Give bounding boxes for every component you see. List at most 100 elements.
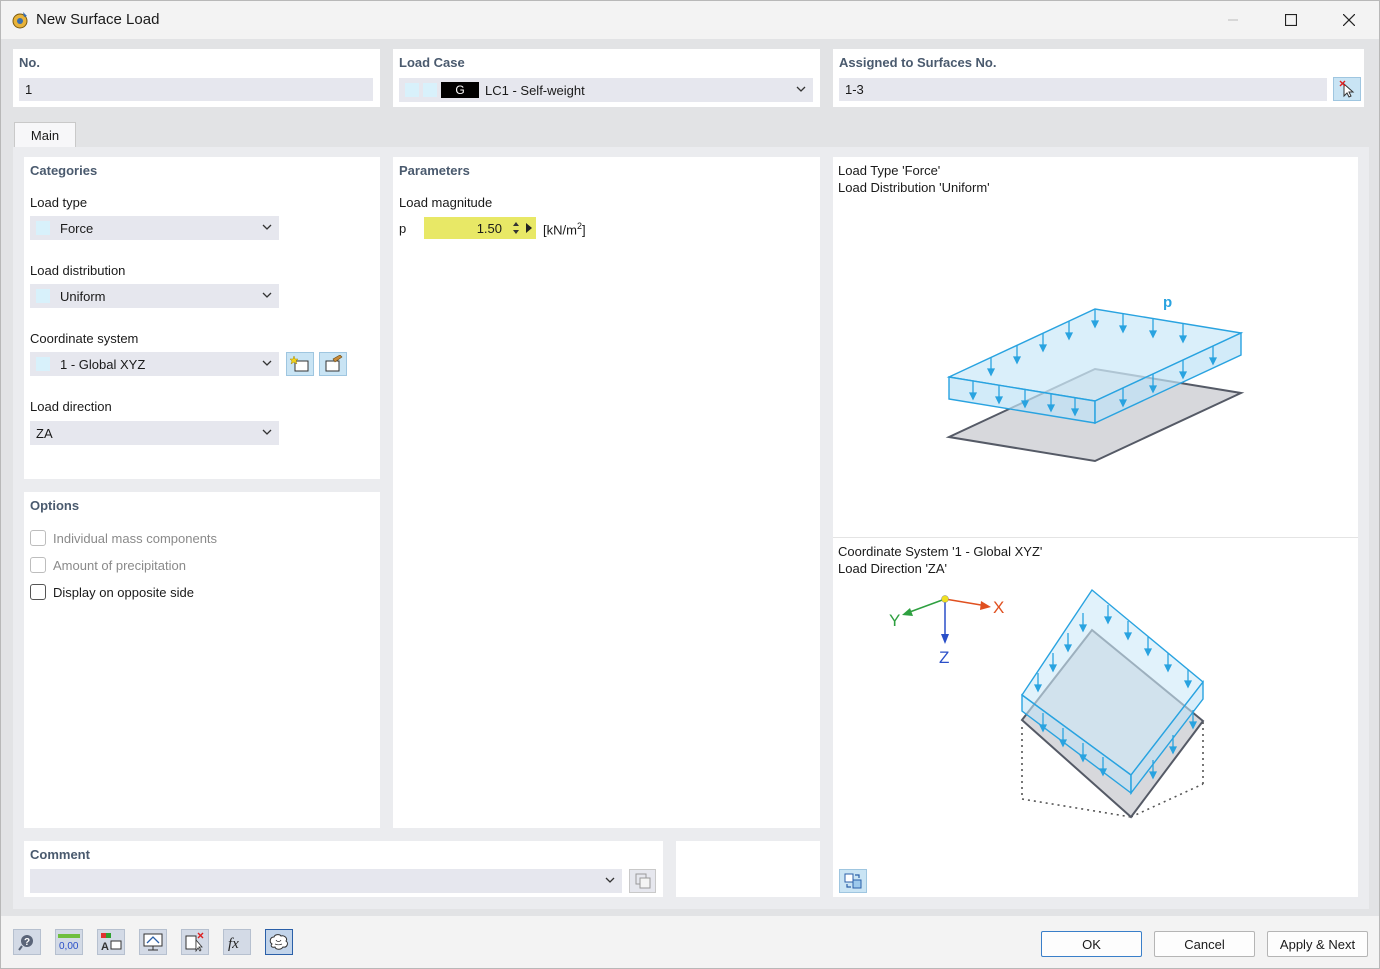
- unit-suffix: ]: [581, 222, 586, 238]
- comment-input[interactable]: [30, 869, 622, 893]
- numeric-format-icon: 0,00: [58, 934, 80, 952]
- function-fx-icon: fx: [228, 936, 239, 952]
- load-distribution-caption: Load Distribution 'Uniform': [838, 180, 990, 195]
- edit-coordinate-system-icon: [325, 355, 343, 372]
- load-case-color-swatch: [405, 83, 419, 97]
- coordinate-system-select[interactable]: 1 - Global XYZ: [30, 352, 279, 376]
- categories-panel: Categories Load type Force Load distribu…: [24, 157, 380, 479]
- ai-assistant-button[interactable]: [265, 929, 293, 955]
- load-type-value: Force: [60, 220, 94, 236]
- text-style-button[interactable]: A: [97, 929, 125, 955]
- close-button[interactable]: [1320, 1, 1378, 39]
- diagram-load-info: Load Type 'Force' Load Distribution 'Uni…: [838, 162, 990, 196]
- display-on-opposite-side-label: Display on opposite side: [53, 585, 194, 600]
- close-icon: [1343, 14, 1355, 26]
- categories-title: Categories: [30, 163, 98, 178]
- y-axis-label: Y: [889, 611, 900, 630]
- amount-of-precipitation-checkbox[interactable]: [30, 557, 46, 573]
- chevron-down-icon: [605, 877, 615, 883]
- select-cursor-icon: [1339, 80, 1355, 98]
- maximize-button[interactable]: [1262, 1, 1320, 39]
- no-panel: No. 1: [13, 49, 380, 107]
- chevron-down-icon: [262, 292, 272, 298]
- help-button[interactable]: ?: [13, 929, 41, 955]
- view-button[interactable]: [139, 929, 167, 955]
- coordinate-system-swatch: [36, 357, 50, 371]
- load-unit: [kN/m2]: [543, 221, 586, 237]
- z-axis-arrow: [941, 634, 949, 644]
- tab-main-label: Main: [30, 128, 60, 143]
- options-title: Options: [30, 498, 80, 513]
- diagram-switch-button[interactable]: [839, 869, 867, 893]
- load-type-label: Load type: [30, 195, 88, 210]
- copy-icon: [635, 873, 650, 889]
- y-axis-arrow: [902, 608, 913, 616]
- chevron-down-icon: [262, 360, 272, 366]
- load-direction-select[interactable]: ZA: [30, 421, 279, 445]
- chevron-down-icon: [796, 86, 806, 92]
- minimize-icon: [1228, 19, 1238, 21]
- load-direction-caption: Load Direction 'ZA': [838, 561, 948, 576]
- svg-text:fx: fx: [228, 936, 239, 952]
- diagram-divider: [833, 537, 1358, 538]
- play-arrow-icon[interactable]: [525, 222, 533, 234]
- load-distribution-label: Load distribution: [30, 263, 126, 278]
- apply-next-button[interactable]: Apply & Next: [1267, 931, 1368, 957]
- comment-title: Comment: [30, 847, 90, 862]
- load-direction-value: ZA: [36, 425, 53, 441]
- z-axis-label: Z: [939, 648, 949, 667]
- load-case-select[interactable]: G LC1 - Self-weight: [399, 78, 813, 102]
- no-field[interactable]: 1: [19, 78, 373, 101]
- options-panel: Options Individual mass components Amoun…: [24, 492, 380, 828]
- maximize-icon: [1285, 14, 1297, 26]
- diagram-panel: Load Type 'Force' Load Distribution 'Uni…: [833, 157, 1358, 897]
- select-objects-button[interactable]: [181, 929, 209, 955]
- svg-text:A: A: [101, 941, 109, 952]
- dialog-window: New Surface Load No. 1 Load Case G LC1 -…: [0, 0, 1380, 969]
- individual-mass-components-label: Individual mass components: [53, 531, 218, 546]
- coordinate-system-caption: Coordinate System '1 - Global XYZ': [838, 544, 1043, 559]
- load-case-color-swatch-2: [423, 83, 437, 97]
- minimize-button[interactable]: [1204, 1, 1262, 39]
- new-coordinate-system-button[interactable]: [286, 352, 314, 376]
- no-value: 1: [25, 82, 33, 97]
- pick-surfaces-button[interactable]: [1333, 77, 1361, 101]
- ok-label: OK: [1082, 936, 1101, 952]
- app-icon: [12, 12, 28, 29]
- tab-main[interactable]: Main: [14, 122, 76, 148]
- assigned-value: 1-3: [845, 82, 864, 97]
- load-distribution-select[interactable]: Uniform: [30, 284, 279, 308]
- cancel-button[interactable]: Cancel: [1154, 931, 1255, 957]
- edit-coordinate-system-button[interactable]: [319, 352, 347, 376]
- comment-library-button[interactable]: [629, 869, 656, 893]
- formula-button[interactable]: fx: [223, 929, 251, 955]
- load-direction-label: Load direction: [30, 399, 112, 414]
- display-icon: [143, 933, 163, 951]
- svg-text:?: ?: [24, 937, 30, 948]
- swap-view-icon: [844, 873, 862, 889]
- ok-button[interactable]: OK: [1041, 931, 1142, 957]
- assigned-surfaces-field[interactable]: 1-3: [839, 78, 1327, 101]
- no-label: No.: [19, 55, 40, 70]
- units-button[interactable]: 0,00: [55, 929, 83, 955]
- load-distribution-swatch: [36, 289, 50, 303]
- title-bar: New Surface Load: [1, 1, 1379, 39]
- load-case-tag: G: [441, 82, 479, 98]
- x-axis-label: X: [993, 598, 1004, 617]
- load-case-panel: Load Case G LC1 - Self-weight: [393, 49, 820, 107]
- text-format-icon: A: [101, 933, 122, 952]
- spinner-icon[interactable]: [511, 219, 521, 237]
- amount-of-precipitation-label: Amount of precipitation: [53, 558, 186, 573]
- load-diagram-top: p: [945, 294, 1245, 463]
- comment-panel: Comment: [24, 841, 663, 897]
- help-search-icon: ?: [18, 935, 33, 951]
- load-type-caption: Load Type 'Force': [838, 163, 941, 178]
- load-label-p: p: [1163, 294, 1172, 311]
- display-on-opposite-side-checkbox[interactable]: [30, 584, 46, 600]
- load-type-select[interactable]: Force: [30, 216, 279, 240]
- coordinate-system-label: Coordinate system: [30, 331, 139, 346]
- brain-icon: [269, 934, 288, 950]
- chevron-down-icon: [262, 429, 272, 435]
- individual-mass-components-checkbox[interactable]: [30, 530, 46, 546]
- svg-text:0,00: 0,00: [59, 941, 79, 952]
